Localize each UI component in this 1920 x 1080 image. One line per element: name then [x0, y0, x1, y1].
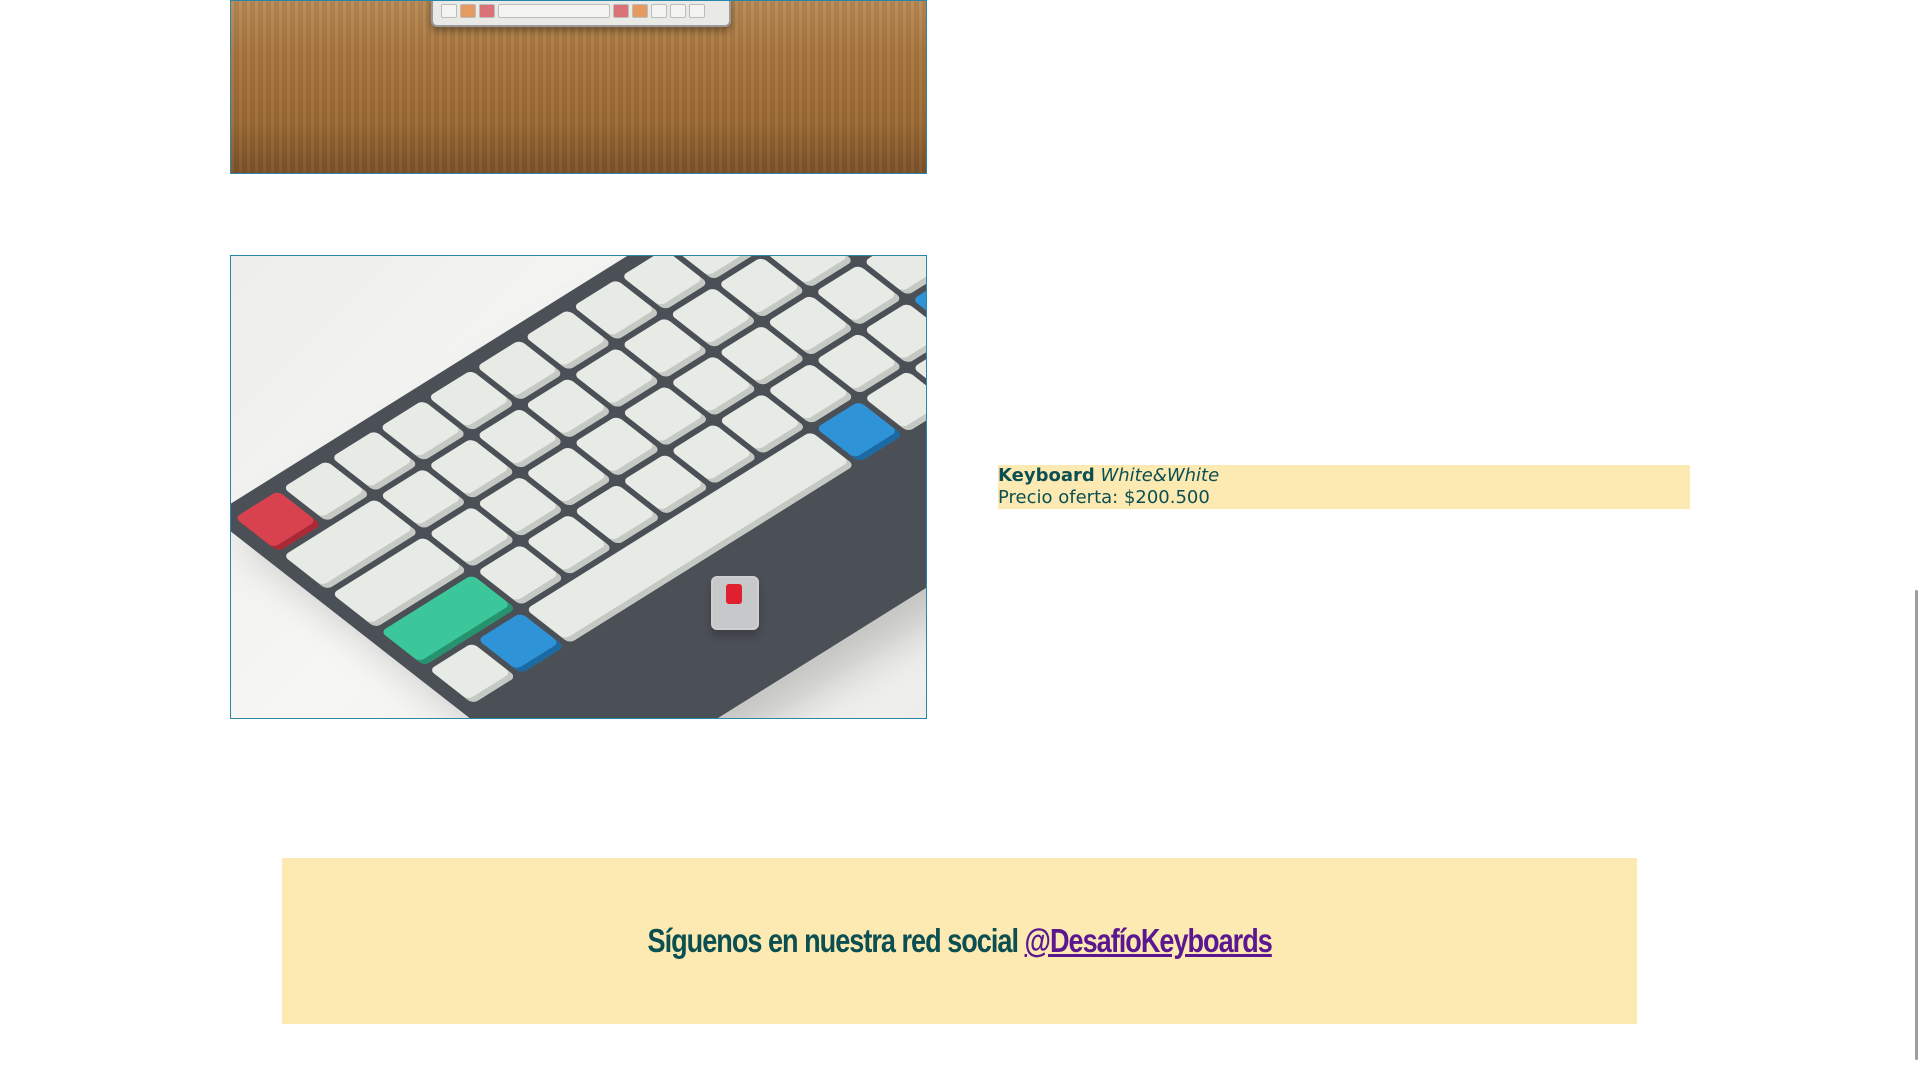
social-footer: Síguenos en nuestra red social @DesafíoK…	[282, 858, 1637, 1024]
product-image-top	[230, 0, 927, 174]
page-scrollbar[interactable]	[1914, 0, 1920, 1080]
product-price: Precio oferta: $200.500	[998, 487, 1210, 508]
keyboard-illustration	[231, 256, 926, 718]
social-label: Síguenos en nuestra red social	[647, 922, 1025, 959]
product-info-card: Keyboard White&White Precio oferta: $200…	[998, 465, 1690, 509]
scrollbar-thumb[interactable]	[1915, 590, 1918, 1060]
keyboard-illustration	[431, 1, 731, 27]
red-switch-icon	[711, 576, 759, 630]
social-text: Síguenos en nuestra red social @DesafíoK…	[647, 922, 1272, 960]
product-name: Keyboard	[998, 465, 1095, 486]
product-image-white-keyboard	[230, 255, 927, 719]
product-model: White&White	[1100, 465, 1220, 486]
social-handle-link[interactable]: @DesafíoKeyboards	[1024, 922, 1272, 959]
